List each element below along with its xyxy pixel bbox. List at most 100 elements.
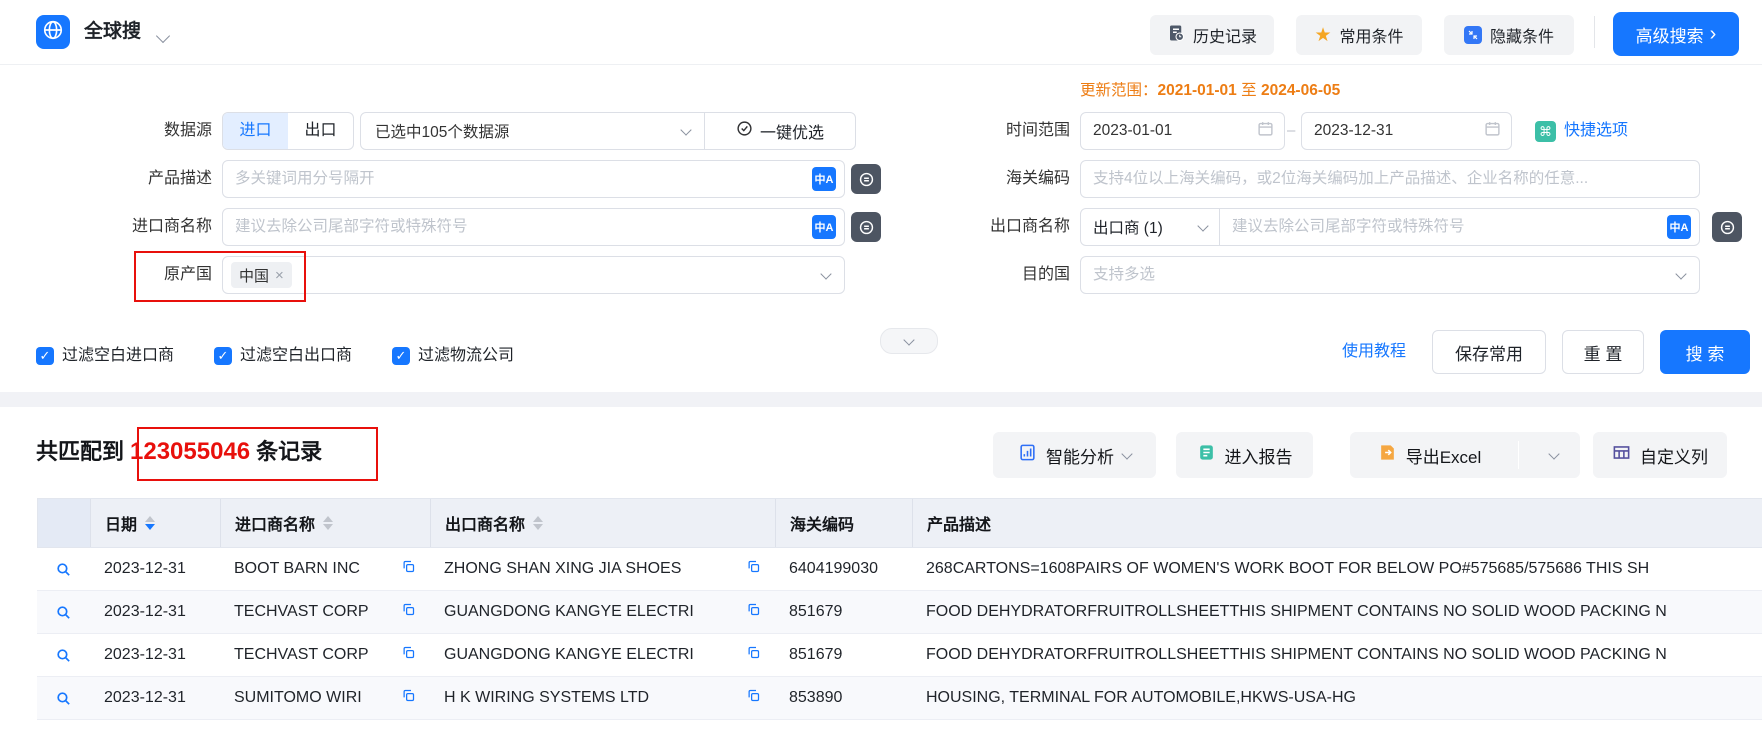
enter-report-button[interactable]: 进入报告 (1176, 432, 1313, 478)
translate-icon[interactable]: 中A (812, 167, 836, 191)
close-icon[interactable]: × (275, 267, 284, 284)
one-click-optimize-button[interactable]: 一键优选 (705, 113, 855, 149)
sort-icon[interactable] (323, 516, 334, 530)
exporter-field[interactable] (1220, 218, 1699, 236)
advanced-search-label: 高级搜索 (1635, 26, 1704, 46)
sort-icon[interactable] (145, 516, 156, 530)
globe-icon (42, 19, 64, 46)
copy-icon[interactable] (746, 645, 761, 665)
importer-field[interactable] (223, 218, 844, 236)
date-end-input[interactable] (1301, 112, 1512, 150)
hs-code-input[interactable] (1080, 160, 1700, 198)
smart-analysis-button[interactable]: 智能分析 (993, 432, 1156, 478)
check-icon: ✓ (217, 348, 229, 363)
optimize-label: 一键优选 (759, 125, 824, 142)
custom-columns-label: 自定义列 (1640, 447, 1708, 467)
origin-country-input[interactable]: 中国 × (222, 256, 845, 294)
save-common-button[interactable]: 保存常用 (1432, 330, 1546, 374)
copy-icon[interactable] (746, 602, 761, 622)
collapse-icon (1463, 26, 1482, 44)
search-button[interactable]: 搜 索 (1660, 330, 1750, 374)
chevron-down-icon (1121, 447, 1133, 460)
filter-logistics-checkbox[interactable]: ✓ (392, 347, 410, 365)
cell-hs-code: 851679 (789, 603, 843, 620)
row-search-button[interactable] (37, 591, 90, 633)
favorites-label: 常用条件 (1339, 29, 1404, 46)
filter-blank-importer-label: 过滤空白进口商 (62, 347, 175, 364)
translate-icon[interactable]: 中A (812, 215, 836, 239)
copy-icon[interactable] (746, 688, 761, 708)
cell-product-desc: FOOD DEHYDRATORFRUITROLLSHEETTHIS SHIPME… (926, 646, 1667, 663)
cell-product-desc: 268CARTONS=1608PAIRS OF WOMEN'S WORK BOO… (926, 560, 1650, 577)
collapse-form-button[interactable] (880, 328, 938, 354)
table-header: 日期 进口商名称 出口商名称 海关编码 产品描述 (37, 498, 1762, 548)
product-desc-field[interactable] (223, 170, 844, 188)
header-exporter[interactable]: 出口商名称 (431, 499, 776, 547)
header-importer[interactable]: 进口商名称 (221, 499, 431, 547)
product-desc-input[interactable]: 中A (222, 160, 845, 198)
product-desc-label: 产品描述 (147, 170, 212, 187)
enter-report-label: 进入报告 (1224, 447, 1293, 467)
dest-country-field[interactable] (1081, 266, 1677, 284)
datasource-toggle: 进口 出口 (222, 112, 354, 150)
row-search-button[interactable] (37, 548, 90, 590)
date-end-value[interactable] (1302, 122, 1484, 140)
chevron-down-icon (1197, 219, 1209, 232)
update-range-label: 更新范围： (1080, 82, 1158, 99)
header-hs-code: 海关编码 (776, 499, 913, 547)
cell-importer: BOOT BARN INC (220, 548, 430, 590)
custom-columns-button[interactable]: 自定义列 (1593, 432, 1727, 478)
hide-conditions-label: 隐藏条件 (1489, 29, 1554, 46)
export-excel-button[interactable]: 导出Excel (1350, 432, 1509, 478)
hs-code-field[interactable] (1081, 170, 1699, 188)
reset-button[interactable]: 重 置 (1562, 330, 1644, 374)
filter-blank-importer-checkbox[interactable]: ✓ (36, 347, 54, 365)
chevron-down-icon[interactable] (155, 28, 171, 46)
advanced-search-button[interactable]: 高级搜索 › (1613, 12, 1739, 56)
cell-hs-code: 851679 (789, 646, 843, 663)
translate-icon[interactable]: 中A (1667, 215, 1691, 239)
app-title: 全球搜 (84, 21, 142, 42)
tutorial-link[interactable]: 使用教程 (1342, 330, 1406, 374)
table-row: 2023-12-31 BOOT BARN INC ZHONG SHAN XING… (37, 548, 1762, 591)
header-product-desc: 产品描述 (927, 517, 992, 534)
export-dropdown-button[interactable] (1528, 432, 1580, 478)
row-search-button[interactable] (37, 677, 90, 719)
history-label: 历史记录 (1192, 29, 1257, 46)
report-icon (1197, 443, 1216, 467)
table-row: 2023-12-31 TECHVAST CORP GUANGDONG KANGY… (37, 591, 1762, 634)
smart-analysis-label: 智能分析 (1046, 447, 1114, 467)
dest-country-input[interactable] (1080, 256, 1700, 294)
quick-options-link[interactable]: 快捷选项 (1564, 112, 1628, 150)
chevron-right-icon: › (1709, 23, 1717, 45)
header-date[interactable]: 日期 (91, 499, 221, 547)
tab-import[interactable]: 进口 (223, 113, 288, 149)
calendar-icon (1484, 120, 1501, 142)
copy-icon[interactable] (401, 559, 416, 579)
bi-chart-icon (1018, 443, 1037, 467)
copy-icon[interactable] (401, 602, 416, 622)
importer-input[interactable]: 中A (222, 208, 845, 246)
tab-export[interactable]: 出口 (288, 113, 353, 149)
update-range-word: 至 (1241, 82, 1257, 99)
cell-hs-code: 853890 (789, 689, 843, 706)
exporter-type-value: 出口商 (1) (1093, 220, 1163, 237)
copy-icon[interactable] (401, 688, 416, 708)
history-button[interactable]: 历史记录 (1150, 15, 1274, 55)
importer-label: 进口商名称 (131, 218, 212, 235)
filter-blank-exporter-checkbox[interactable]: ✓ (214, 347, 232, 365)
synonym-icon[interactable] (851, 212, 881, 242)
date-start-input[interactable] (1080, 112, 1285, 150)
sort-icon[interactable] (533, 516, 544, 530)
copy-icon[interactable] (746, 559, 761, 579)
synonym-icon[interactable] (851, 164, 881, 194)
hide-conditions-button[interactable]: 隐藏条件 (1444, 15, 1574, 55)
exporter-type-select[interactable]: 出口商 (1) (1081, 209, 1219, 245)
date-start-value[interactable] (1081, 122, 1257, 140)
row-search-button[interactable] (37, 634, 90, 676)
datasource-select[interactable]: 已选中105个数据源 (361, 113, 704, 149)
origin-country-tag: 中国 × (231, 262, 292, 288)
synonym-icon[interactable] (1712, 212, 1742, 242)
copy-icon[interactable] (401, 645, 416, 665)
favorites-button[interactable]: ★ 常用条件 (1296, 15, 1422, 55)
